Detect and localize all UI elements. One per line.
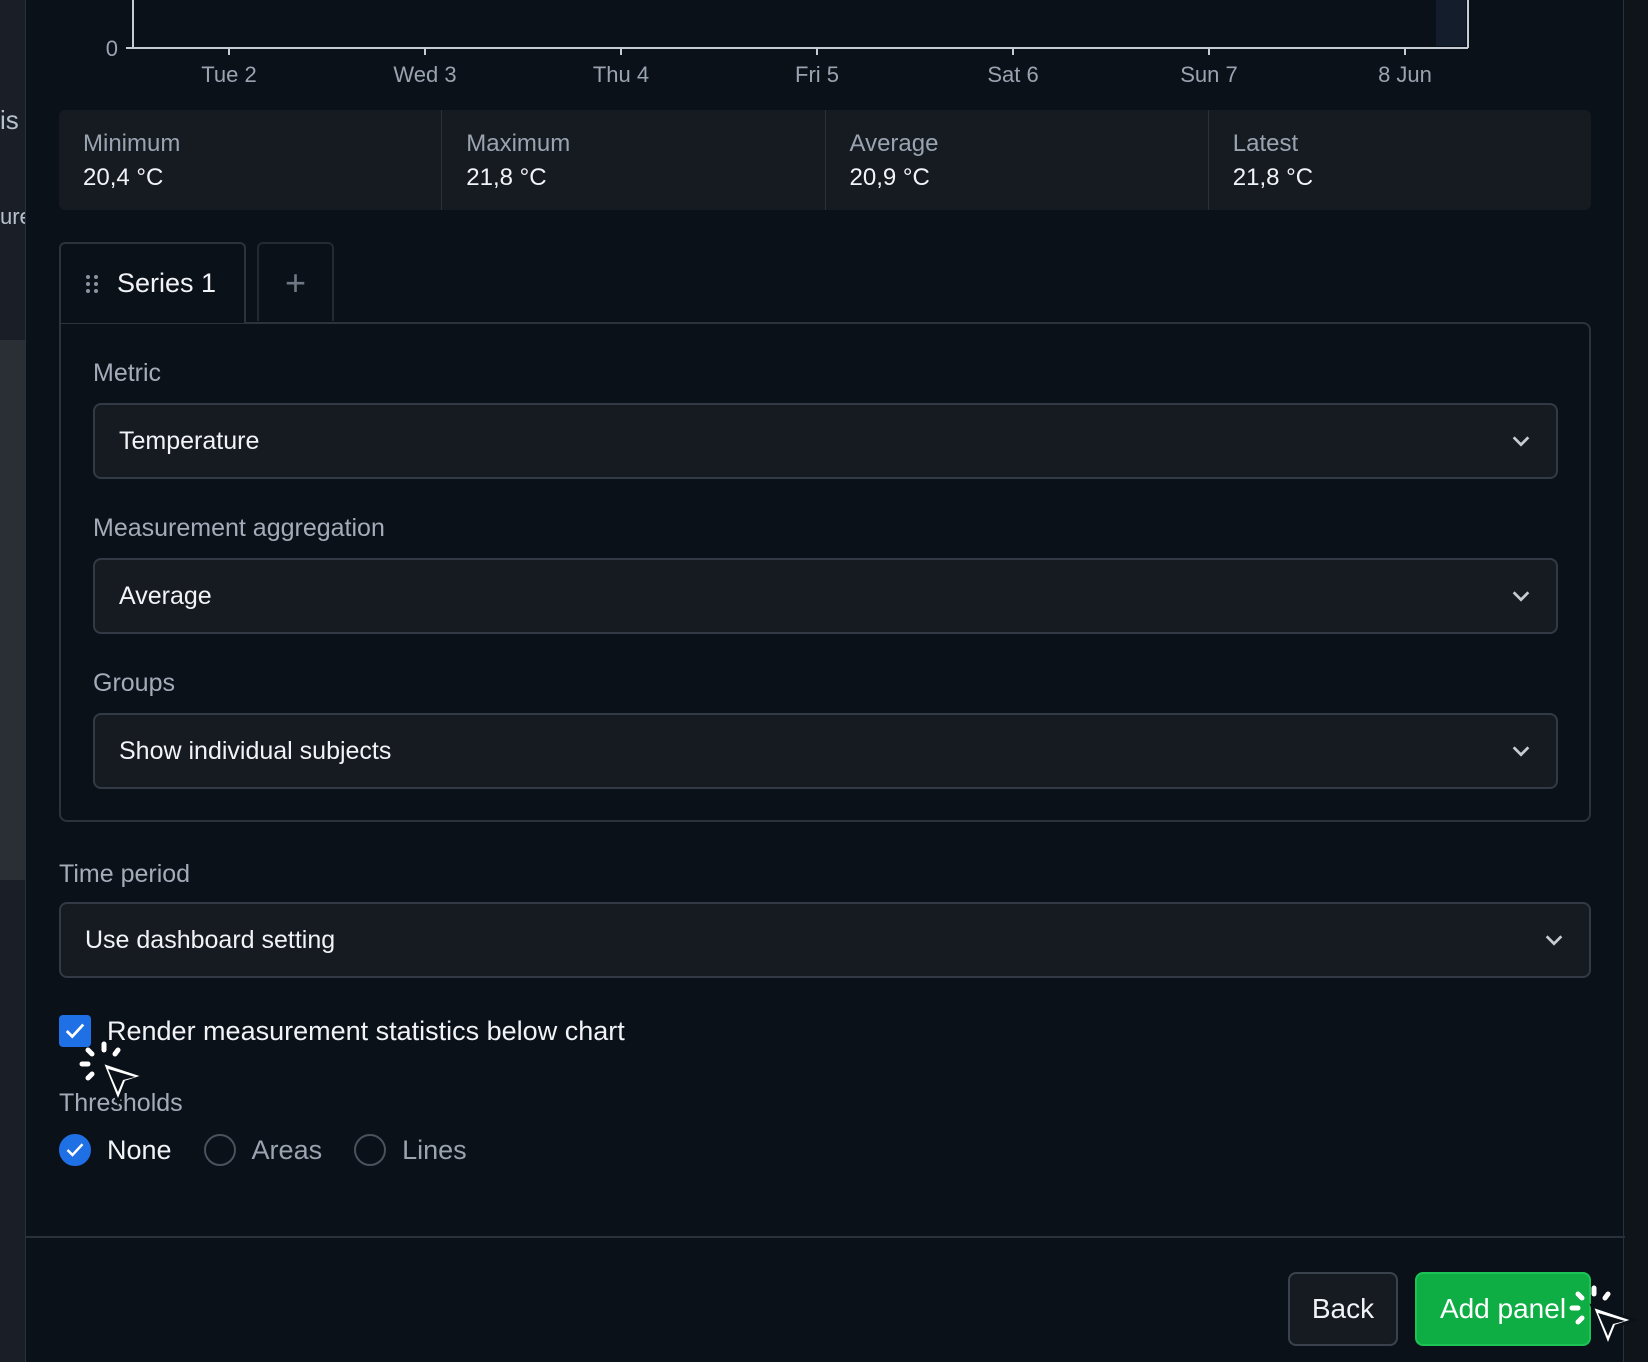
chevron-down-icon <box>1512 436 1530 447</box>
chart-y-tick-label: 0 <box>106 36 118 61</box>
plus-icon: + <box>284 261 307 303</box>
stat-latest: Latest 21,8 °C <box>1209 110 1591 210</box>
chart-x-tick-label: Tue 2 <box>201 62 256 87</box>
groups-select[interactable]: Show individual subjects <box>93 713 1558 789</box>
threshold-option-areas[interactable]: Areas <box>203 1134 323 1166</box>
radio-label: Areas <box>251 1134 323 1165</box>
aggregation-label: Measurement aggregation <box>93 514 385 542</box>
tab-series-1[interactable]: Series 1 <box>59 242 246 323</box>
time-period-label: Time period <box>59 860 191 888</box>
radio-label: Lines <box>402 1134 467 1165</box>
stat-average: Average 20,9 °C <box>826 110 1209 210</box>
time-period-select[interactable]: Use dashboard setting <box>59 902 1591 978</box>
groups-select-value: Show individual subjects <box>119 736 392 765</box>
radio-button[interactable] <box>354 1134 387 1166</box>
click-cursor-icon <box>1569 1285 1639 1351</box>
metric-select[interactable]: Temperature <box>93 403 1558 479</box>
check-icon <box>65 1023 85 1039</box>
groups-label: Groups <box>93 669 175 697</box>
back-button[interactable]: Back <box>1288 1272 1398 1346</box>
drag-handle-icon[interactable] <box>85 274 99 294</box>
chevron-down-icon <box>1545 935 1563 946</box>
stat-maximum: Maximum 21,8 °C <box>442 110 826 210</box>
series-settings-panel: Metric Temperature Measurement aggregati… <box>59 322 1591 822</box>
background-image <box>0 340 26 880</box>
chart-x-tick-label: 8 Jun <box>1378 62 1432 87</box>
chart-x-tick-label: Sun 7 <box>1180 62 1238 87</box>
stat-label: Maximum <box>466 130 571 157</box>
stat-minimum: Minimum 20,4 °C <box>59 110 443 210</box>
stat-label: Minimum <box>83 130 181 157</box>
stat-label: Average <box>849 130 939 157</box>
metric-select-value: Temperature <box>119 426 260 455</box>
radio-button-selected[interactable] <box>59 1134 91 1166</box>
stat-value: 21,8 °C <box>466 164 547 191</box>
aggregation-select[interactable]: Average <box>93 558 1558 634</box>
thresholds-radio-group: None Areas Lines <box>59 1134 499 1166</box>
radio-button[interactable] <box>203 1134 236 1166</box>
render-statistics-label: Render measurement statistics below char… <box>107 1015 625 1046</box>
measurement-statistics: Minimum 20,4 °C Maximum 21,8 °C Average … <box>59 110 1591 210</box>
stat-value: 20,9 °C <box>849 164 930 191</box>
chart-preview: 0 Tue 2 Wed 3 Thu 4 Fri 5 Sat 6 Sun 7 8 Jun <box>106 0 1469 87</box>
aggregation-select-value: Average <box>119 581 212 610</box>
threshold-option-lines[interactable]: Lines <box>354 1134 467 1166</box>
threshold-option-none[interactable]: None <box>59 1134 172 1166</box>
click-cursor-icon <box>79 1041 149 1107</box>
radio-label: None <box>107 1134 172 1165</box>
check-icon <box>66 1143 84 1157</box>
stat-label: Latest <box>1232 130 1299 157</box>
chart-x-tick-label: Thu 4 <box>593 62 649 87</box>
chart-x-tick-label: Wed 3 <box>393 62 456 87</box>
chart-x-tick-label: Sat 6 <box>987 62 1038 87</box>
tab-label: Series 1 <box>117 268 217 298</box>
background-app-right <box>1624 0 1648 1362</box>
metric-label: Metric <box>93 359 162 387</box>
chevron-down-icon <box>1512 746 1530 757</box>
chart-highlight-band <box>1436 0 1466 46</box>
stat-value: 20,4 °C <box>83 164 164 191</box>
chart-x-tick-label: Fri 5 <box>795 62 839 87</box>
add-series-button[interactable]: + <box>257 242 334 321</box>
background-app: is ure <box>0 0 26 1362</box>
time-period-select-value: Use dashboard setting <box>85 925 336 954</box>
dialog-footer: Back Add panel <box>26 1236 1625 1362</box>
add-panel-button[interactable]: Add panel <box>1415 1272 1591 1346</box>
chevron-down-icon <box>1512 591 1530 602</box>
chart-x-ticks: Tue 2 Wed 3 Thu 4 Fri 5 Sat 6 Sun 7 8 Jun <box>201 48 1432 87</box>
background-text-fragment: ure <box>0 204 26 229</box>
add-panel-dialog: 0 Tue 2 Wed 3 Thu 4 Fri 5 Sat 6 Sun 7 8 Jun Mi… <box>25 0 1625 1362</box>
background-text-fragment: is <box>0 105 19 135</box>
stat-value: 21,8 °C <box>1232 164 1314 191</box>
